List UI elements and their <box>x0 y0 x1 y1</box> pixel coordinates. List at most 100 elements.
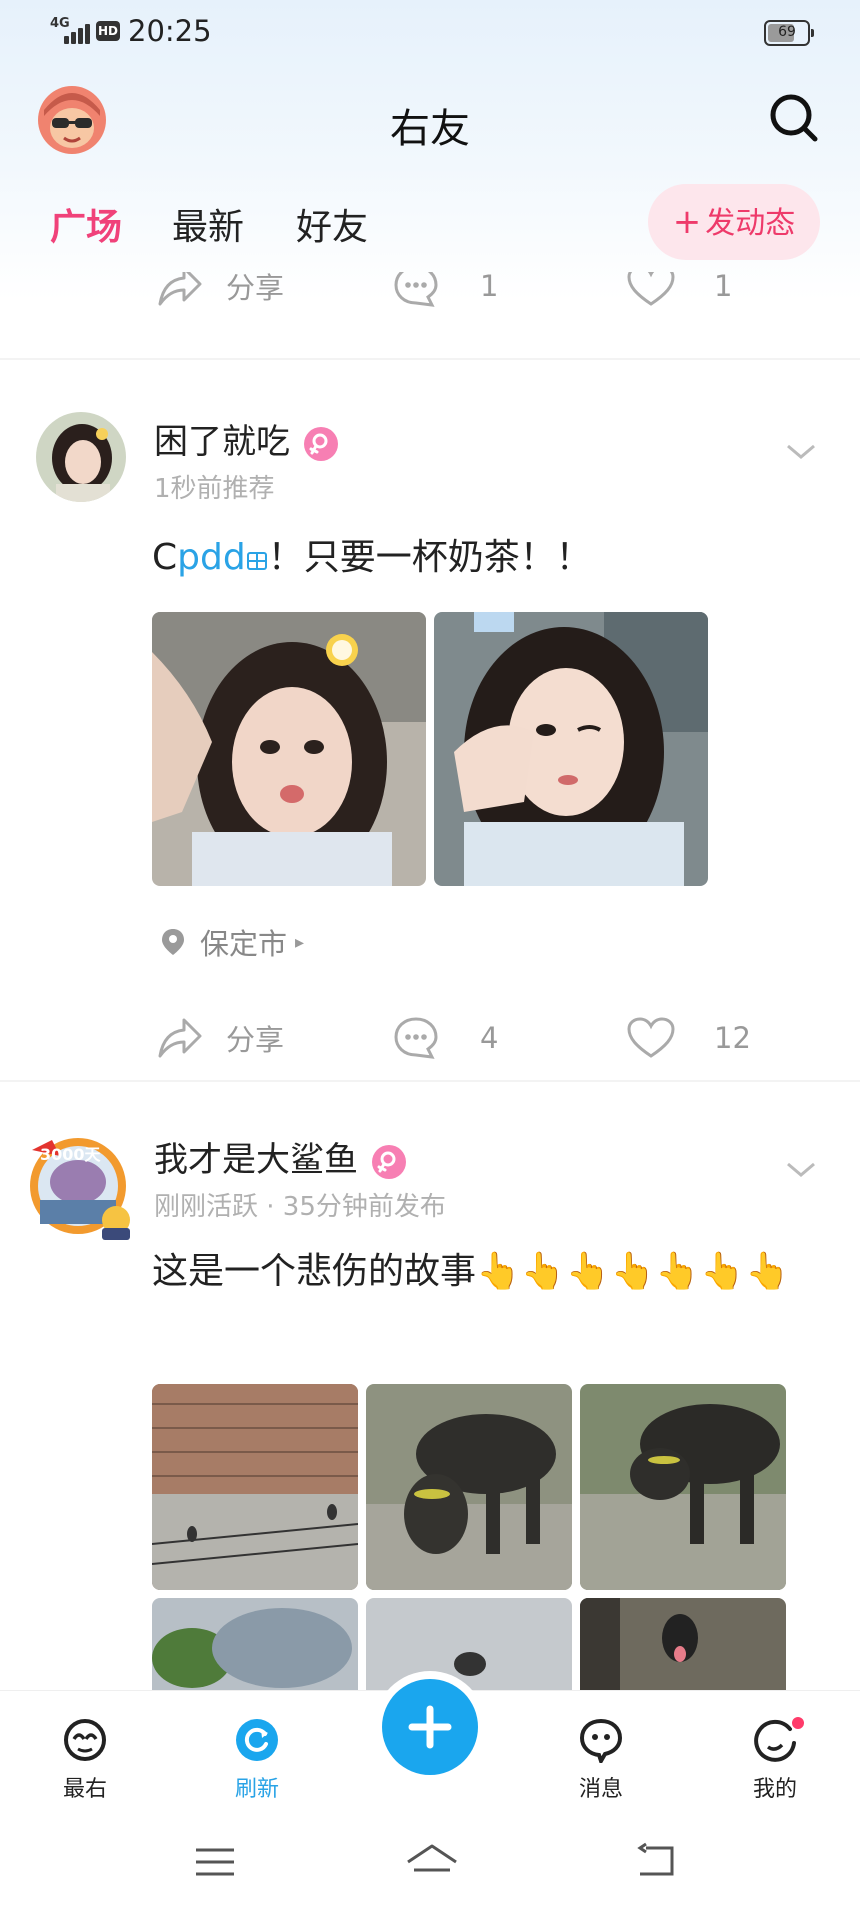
nav-label: 刷新 <box>234 1777 279 1802</box>
page-title: 右友 <box>390 106 470 152</box>
search-icon <box>770 94 818 142</box>
heart-icon <box>627 1017 675 1058</box>
post-meta: 刚刚活跃 · 35分钟前发布 <box>154 1192 446 1222</box>
avatar-badge-text: 3000天 <box>40 1145 102 1164</box>
share-label: 分享 <box>226 1023 285 1057</box>
feed-tabs: 广场 最新 好友 + 发动态 <box>0 176 860 272</box>
post-avatar[interactable] <box>36 412 126 502</box>
post-image[interactable] <box>152 1384 358 1590</box>
status-time: 20:25 <box>128 14 212 48</box>
nav-refresh[interactable]: 刷新 <box>212 1717 302 1803</box>
create-post-fab[interactable] <box>382 1679 478 1775</box>
share-icon <box>158 1018 202 1058</box>
share-icon <box>158 272 202 306</box>
comment-button[interactable]: 4 <box>392 1008 498 1068</box>
post-text: 这是一个悲伤的故事👆👆👆👆👆👆👆 <box>152 1251 790 1292</box>
app-header: 右友 <box>0 66 860 176</box>
nav-label: 我的 <box>752 1777 797 1802</box>
post-text: Cpdd ！只要一杯奶茶！！ <box>152 536 592 578</box>
tab-friends[interactable]: 好友 <box>296 198 368 250</box>
plus-icon: + <box>672 202 702 242</box>
chevron-down-icon[interactable] <box>784 440 818 462</box>
bottom-nav: 最右 刷新 消息 我的 <box>0 1679 860 1811</box>
share-button[interactable]: 分享 <box>156 1008 284 1068</box>
post-image[interactable] <box>580 1384 786 1590</box>
heart-icon <box>627 272 675 306</box>
status-bar: 4G HD 20:25 69 <box>0 0 860 66</box>
post-author-name: 困了就吃 <box>154 422 290 462</box>
post-author[interactable]: 我才是大鲨鱼 <box>154 1132 406 1181</box>
female-icon <box>372 1144 406 1179</box>
comment-count: 4 <box>480 1021 499 1055</box>
system-nav-bar <box>0 1810 860 1920</box>
notification-dot <box>790 1715 806 1731</box>
comment-icon <box>394 1017 438 1059</box>
brick-wall-photo <box>152 1384 358 1590</box>
home-button[interactable] <box>404 1840 457 1884</box>
fish-photo <box>152 1598 358 1690</box>
post-author-name: 我才是大鲨鱼 <box>154 1140 358 1180</box>
highlight-text: pdd <box>177 537 246 578</box>
tab-latest[interactable]: 最新 <box>172 198 244 250</box>
post-meta: 1秒前推荐 <box>154 474 275 504</box>
back-button[interactable] <box>632 1840 682 1884</box>
tab-square[interactable]: 广场 <box>50 198 122 250</box>
post-actions: 分享 4 12 <box>0 1008 860 1068</box>
dog-photo <box>366 1384 572 1590</box>
dog-photo <box>580 1384 786 1590</box>
ground-photo <box>366 1598 572 1690</box>
zuiyou-face-icon <box>64 1719 106 1761</box>
selfie-photo <box>434 612 708 886</box>
post-image[interactable] <box>152 1598 358 1690</box>
location-pin-icon <box>162 929 184 955</box>
badge-avatar: 3000天 <box>30 1138 130 1240</box>
location-name: 保定市 <box>200 927 288 961</box>
network-type: 4G <box>50 16 70 31</box>
post-avatar[interactable]: 3000天 <box>26 1130 136 1240</box>
post-image[interactable] <box>152 612 426 886</box>
post-image[interactable] <box>580 1598 786 1690</box>
signal-icon: 4G <box>50 16 90 44</box>
nav-me[interactable]: 我的 <box>730 1715 820 1803</box>
plus-icon <box>408 1705 452 1749</box>
divider <box>0 358 860 360</box>
prev-post-actions: 分享 1 1 <box>0 272 860 316</box>
post-image[interactable] <box>434 612 708 886</box>
hd-icon: HD <box>96 21 120 41</box>
share-label: 分享 <box>226 272 285 305</box>
like-button[interactable]: 12 <box>626 1008 751 1068</box>
post-status-label: 发动态 <box>705 206 796 241</box>
female-icon <box>304 426 338 461</box>
search-button[interactable] <box>766 90 822 146</box>
feed-list[interactable]: 分享 1 1 困了就吃 1秒前推荐 Cpdd ！只要一杯奶茶！！ 保定市 ▸ 分… <box>0 272 860 1690</box>
post-image[interactable] <box>366 1598 572 1690</box>
menu-button[interactable] <box>190 1840 240 1884</box>
comment-button[interactable]: 1 <box>392 272 498 316</box>
nav-label: 最右 <box>62 1777 107 1802</box>
post-image[interactable] <box>366 1384 572 1590</box>
nav-messages[interactable]: 消息 <box>556 1717 646 1803</box>
post-card[interactable]: 困了就吃 1秒前推荐 Cpdd ！只要一杯奶茶！！ 保定市 ▸ 分享 4 12 <box>0 412 860 1059</box>
post-author[interactable]: 困了就吃 <box>154 414 338 463</box>
grid-icon <box>246 536 268 570</box>
battery-icon: 69 <box>764 20 814 46</box>
comment-icon <box>394 272 438 307</box>
user-photo-avatar <box>36 412 126 502</box>
comment-count: 1 <box>480 272 499 303</box>
chevron-down-icon[interactable] <box>784 1158 818 1180</box>
refresh-icon <box>236 1719 278 1761</box>
dog-photo <box>580 1598 786 1690</box>
divider <box>0 1080 860 1082</box>
caret-right-icon: ▸ <box>295 931 305 953</box>
post-status-button[interactable]: + 发动态 <box>648 184 820 260</box>
share-button[interactable]: 分享 <box>156 272 284 316</box>
message-icon <box>579 1718 623 1766</box>
menu-icon <box>196 1848 234 1876</box>
selfie-photo <box>152 612 426 886</box>
nav-zuiyou[interactable]: 最右 <box>40 1717 130 1803</box>
like-button[interactable]: 1 <box>626 272 732 316</box>
post-card[interactable]: 3000天 我才是大鲨鱼 刚刚活跃 · 35分钟前发布 这是一个悲伤的故事👆👆👆… <box>0 1130 860 1690</box>
battery-level: 69 <box>778 24 796 40</box>
location-tag[interactable]: 保定市 ▸ <box>160 922 304 962</box>
home-icon <box>407 1844 457 1872</box>
